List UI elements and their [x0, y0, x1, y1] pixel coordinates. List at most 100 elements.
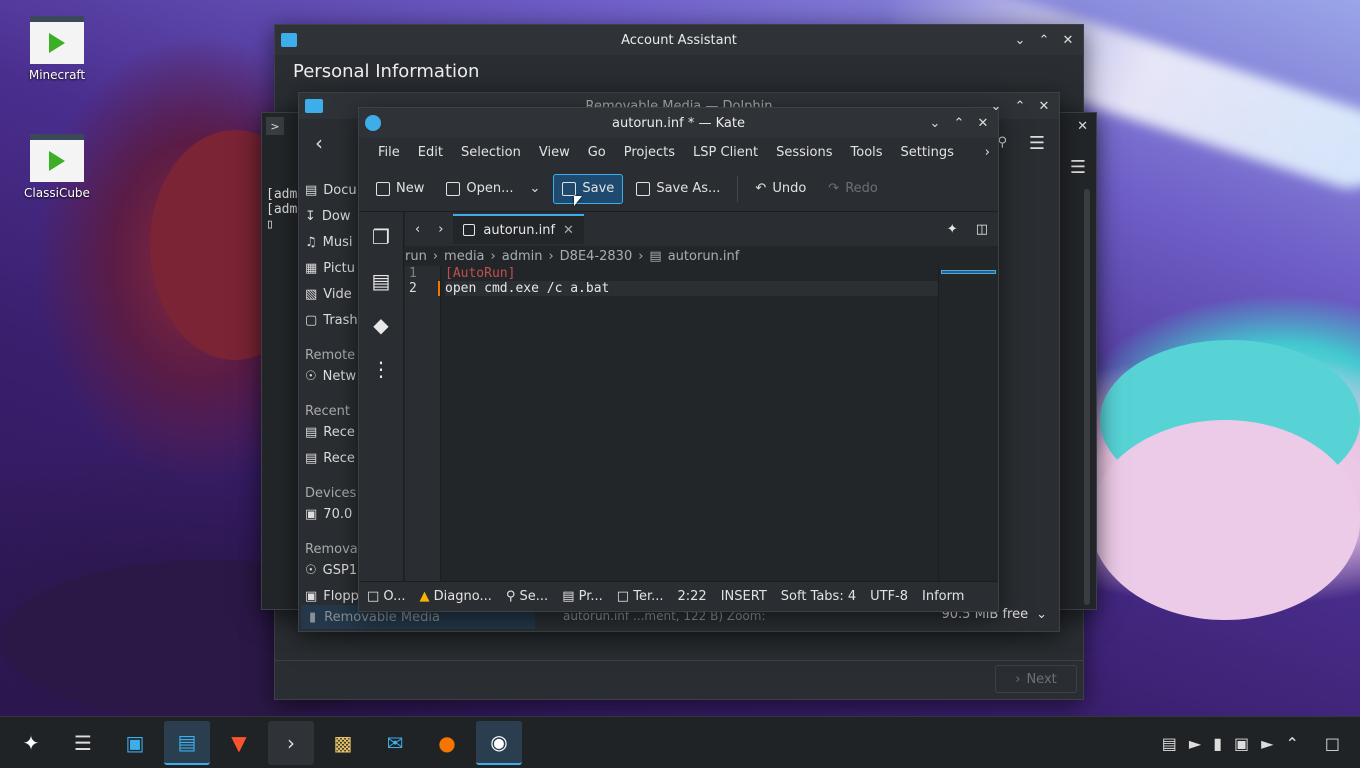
menu-go[interactable]: Go — [579, 145, 615, 160]
left-sidebar: ❐ ▤ ◆ ⋮ — [359, 212, 404, 581]
bot-app-icon[interactable]: ● — [424, 721, 470, 765]
place-item[interactable]: ☉ GSP1 — [299, 557, 359, 583]
place-item[interactable]: ☉ Netw — [299, 363, 359, 389]
place-item[interactable]: ▤ Rece — [299, 419, 359, 445]
menu-edit[interactable]: Edit — [409, 145, 452, 160]
new-button[interactable]: New — [367, 174, 433, 204]
breadcrumb-item[interactable]: D8E4-2830 — [560, 249, 633, 264]
chevron-down-icon[interactable]: ⌄ — [1036, 607, 1047, 622]
close-button[interactable]: ✕ — [976, 116, 990, 130]
symbols-icon[interactable]: ⋮ — [366, 354, 396, 384]
place-item[interactable]: ↧ Dow — [299, 203, 359, 229]
menu-lsp-client[interactable]: LSP Client — [684, 145, 767, 160]
maximize-button[interactable]: ⌃ — [1037, 33, 1051, 47]
volume-icon[interactable]: ► — [1261, 734, 1273, 753]
close-tab-icon[interactable]: ✕ — [563, 223, 574, 238]
application-launcher-icon[interactable]: ✦ — [8, 721, 54, 765]
menu-overflow-chevron-right-icon[interactable]: › — [976, 145, 998, 160]
search-button[interactable]: ⚲ Se... — [506, 589, 548, 604]
quick-open-icon[interactable]: ✦ — [947, 222, 958, 237]
close-button[interactable]: ✕ — [1077, 119, 1088, 134]
menu-settings[interactable]: Settings — [892, 145, 963, 160]
chevron-left-icon[interactable]: ‹ — [415, 222, 420, 237]
close-button[interactable]: ✕ — [1037, 99, 1051, 113]
git-icon[interactable]: ◆ — [366, 310, 396, 340]
clipboard-icon[interactable]: ▤ — [1162, 734, 1177, 753]
place-item[interactable]: ▤ Docu — [299, 177, 359, 203]
place-item[interactable]: ▢ Trash — [299, 307, 359, 333]
system-settings-icon[interactable]: ☰ — [60, 721, 106, 765]
desktop-icon-classicube[interactable]: ClassiCube — [12, 134, 102, 200]
scrollbar[interactable] — [1084, 189, 1090, 605]
next-button[interactable]: › Next — [995, 665, 1077, 693]
split-view-icon[interactable]: ◫ — [976, 222, 988, 237]
chevron-right-icon[interactable]: › — [438, 222, 443, 237]
kate-taskbar-icon[interactable]: ◉ — [476, 720, 522, 765]
redo-button[interactable]: ↷ Redo — [819, 174, 887, 204]
classicube-icon — [30, 134, 84, 182]
undo-button[interactable]: ↶ Undo — [746, 174, 815, 204]
maximize-button[interactable]: ⌃ — [952, 116, 966, 130]
chevron-down-icon[interactable]: ⌄ — [529, 181, 540, 196]
minimize-button[interactable]: ⌄ — [928, 116, 942, 130]
menu-projects[interactable]: Projects — [615, 145, 684, 160]
show-desktop-icon[interactable]: □ — [1325, 734, 1340, 753]
menu-selection[interactable]: Selection — [452, 145, 530, 160]
minimap[interactable] — [938, 266, 998, 581]
projects-button[interactable]: ▤ Pr... — [562, 589, 603, 604]
breadcrumb-item[interactable]: run — [405, 249, 427, 264]
network-icon[interactable]: ▣ — [1234, 734, 1249, 753]
hamburger-menu-icon[interactable]: ☰ — [1070, 157, 1086, 178]
encoding[interactable]: UTF-8 — [870, 589, 908, 604]
titlebar[interactable]: autorun.inf * — Kate ⌄ ⌃ ✕ — [359, 108, 998, 138]
back-button[interactable]: ‹ — [315, 131, 323, 155]
menu-tools[interactable]: Tools — [842, 145, 892, 160]
code-editor[interactable]: 1 2 [AutoRun] open cmd.exe /c a.bat — [405, 266, 938, 581]
open-button[interactable]: Open... ⌄ — [437, 174, 549, 204]
save-as-icon — [636, 181, 651, 196]
terminal-button[interactable]: □ Ter... — [617, 589, 664, 604]
documents-icon[interactable]: ❐ — [366, 222, 396, 252]
indent-mode[interactable]: Soft Tabs: 4 — [781, 589, 856, 604]
hamburger-menu-icon[interactable]: ☰ — [1029, 133, 1045, 154]
place-item[interactable]: ▧ Vide — [299, 281, 359, 307]
usb-icon[interactable]: ▮ — [1213, 734, 1222, 753]
terminal-taskbar-icon[interactable]: › — [268, 720, 314, 765]
place-item[interactable]: ▣ 70.0 — [299, 501, 359, 527]
archive-manager-icon[interactable]: ▩ — [320, 721, 366, 765]
projects-icon[interactable]: ▤ — [366, 266, 396, 296]
menu-sessions[interactable]: Sessions — [767, 145, 841, 160]
volume-muted-icon[interactable]: ► — [1189, 734, 1201, 753]
dolphin-taskbar-icon[interactable]: ▤ — [164, 720, 210, 765]
brave-browser-icon[interactable]: ▼ — [216, 721, 262, 765]
save-button[interactable]: Save — [553, 173, 624, 204]
minimize-button[interactable]: ⌄ — [1013, 33, 1027, 47]
line-number-gutter: 1 2 — [405, 266, 441, 581]
output-button[interactable]: □ O... — [367, 589, 406, 604]
input-mode[interactable]: INSERT — [721, 589, 767, 604]
breadcrumb-item[interactable]: admin — [502, 249, 543, 264]
diagnostics-button[interactable]: ▲ Diagno... — [420, 589, 492, 604]
tab-autorun[interactable]: autorun.inf ✕ — [453, 214, 584, 244]
save-as-button[interactable]: Save As... — [627, 174, 729, 204]
titlebar[interactable]: Account Assistant ⌄ ⌃ ✕ — [275, 25, 1083, 55]
toolbar: New Open... ⌄ Save Save As... ↶ Undo ↷ Redo — [359, 166, 998, 212]
close-button[interactable]: ✕ — [1061, 33, 1075, 47]
chevron-up-icon[interactable]: ⌃ — [1285, 734, 1298, 753]
maximize-button[interactable]: ⌃ — [1013, 99, 1027, 113]
place-item[interactable]: ♫ Musi — [299, 229, 359, 255]
menu-view[interactable]: View — [530, 145, 579, 160]
cursor-position[interactable]: 2:22 — [678, 589, 707, 604]
mail-taskbar-icon[interactable]: ✉ — [372, 721, 418, 765]
desktop-icon-minecraft[interactable]: Minecraft — [12, 16, 102, 82]
place-item[interactable]: ▤ Rece — [299, 445, 359, 471]
desktop-icon-label: ClassiCube — [24, 186, 90, 200]
minimize-button[interactable]: ⌄ — [989, 99, 1003, 113]
breadcrumb-item[interactable]: media — [444, 249, 485, 264]
breadcrumb-item[interactable]: autorun.inf — [668, 249, 740, 264]
menu-file[interactable]: File — [369, 145, 409, 160]
syntax-mode[interactable]: Inform — [922, 589, 964, 604]
place-item[interactable]: ▦ Pictu — [299, 255, 359, 281]
cloud — [1090, 420, 1360, 620]
discover-store-icon[interactable]: ▣ — [112, 721, 158, 765]
